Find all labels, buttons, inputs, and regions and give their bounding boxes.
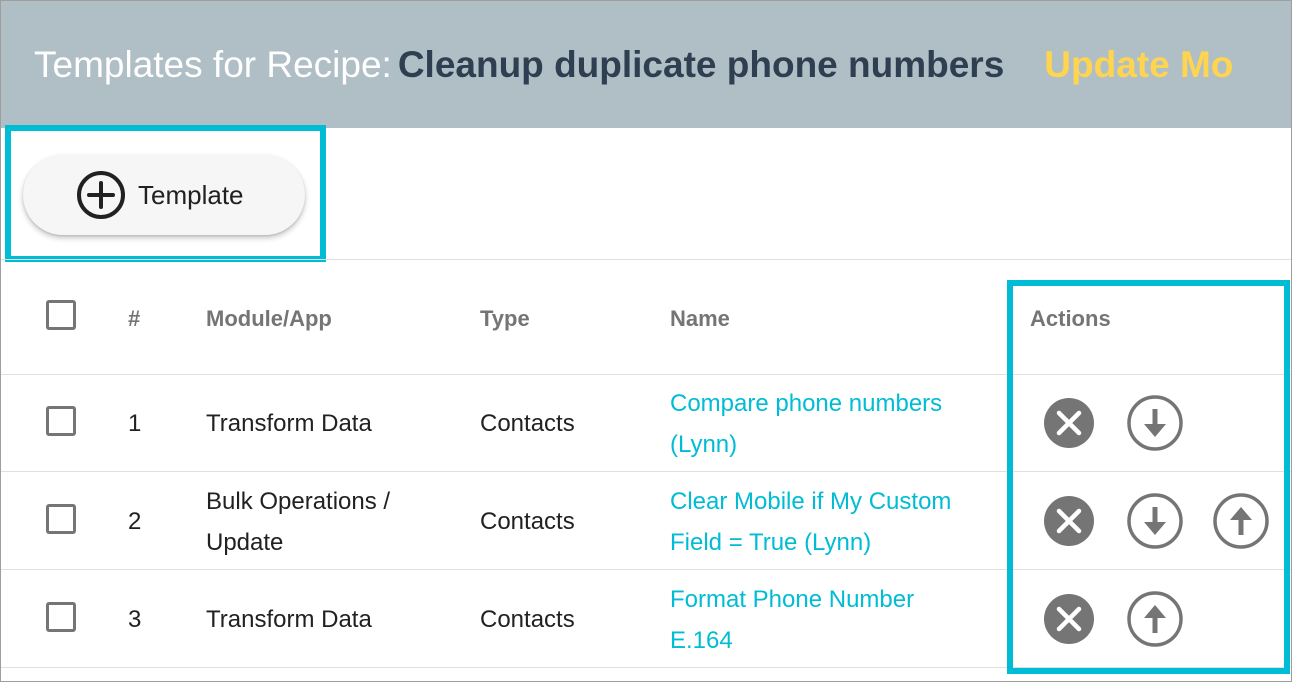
template-name-line: Clear Mobile if My Custom	[670, 488, 952, 515]
add-template-label: Template	[138, 179, 244, 210]
template-name-link[interactable]: Compare phone numbers (Lynn)	[670, 383, 942, 465]
column-header-module: Module/App	[206, 306, 332, 331]
row-divider	[1, 471, 1291, 472]
move-up-icon[interactable]	[1212, 492, 1270, 550]
row-checkbox[interactable]	[46, 504, 76, 534]
update-mode-link[interactable]: Update Mo	[1044, 44, 1233, 85]
row-type: Contacts	[480, 410, 575, 437]
column-header-type: Type	[480, 306, 530, 331]
row-index: 3	[128, 606, 142, 633]
delete-icon[interactable]	[1040, 394, 1098, 452]
template-name-line: Field = True (Lynn)	[670, 529, 872, 556]
template-name-link[interactable]: Format Phone Number E.164	[670, 579, 914, 661]
header-divider	[1, 374, 1291, 375]
plus-circle-icon	[77, 171, 125, 219]
table-top-divider	[1, 259, 1291, 260]
page-title: Templates for Recipe: Cleanup duplicate p…	[34, 43, 1233, 87]
row-checkbox[interactable]	[46, 406, 76, 436]
row-type: Contacts	[480, 508, 575, 535]
template-name-line: Format Phone Number	[670, 586, 915, 613]
template-name-link[interactable]: Clear Mobile if My Custom Field = True (…	[670, 481, 951, 563]
row-divider	[1, 667, 1291, 668]
column-header-actions: Actions	[1030, 306, 1111, 331]
delete-icon[interactable]	[1040, 492, 1098, 550]
row-module-line: Bulk Operations /	[206, 488, 391, 515]
template-name-line: E.164	[670, 627, 733, 654]
move-down-icon[interactable]	[1126, 492, 1184, 550]
templates-panel: Templates for Recipe: Cleanup duplicate p…	[0, 0, 1292, 682]
row-checkbox[interactable]	[46, 602, 76, 632]
move-down-icon[interactable]	[1126, 394, 1184, 452]
row-divider	[1, 569, 1291, 570]
select-all-checkbox[interactable]	[46, 300, 76, 330]
row-type: Contacts	[480, 606, 575, 633]
row-index: 1	[128, 410, 142, 437]
page-header: Templates for Recipe: Cleanup duplicate p…	[1, 1, 1291, 128]
recipe-name: Cleanup duplicate phone numbers	[397, 44, 1005, 85]
row-module-line: Update	[206, 529, 284, 556]
row-module: Bulk Operations / Update	[206, 481, 390, 563]
row-module: Transform Data	[206, 410, 372, 437]
row-index: 2	[128, 508, 142, 535]
column-header-index: #	[128, 306, 141, 331]
template-name-line: (Lynn)	[670, 431, 738, 458]
add-template-button[interactable]: Template	[23, 155, 305, 235]
move-up-icon[interactable]	[1126, 590, 1184, 648]
template-name-line: Compare phone numbers	[670, 390, 943, 417]
title-prefix: Templates for Recipe:	[34, 44, 392, 85]
delete-icon[interactable]	[1040, 590, 1098, 648]
row-module: Transform Data	[206, 606, 372, 633]
column-header-name: Name	[670, 306, 730, 331]
